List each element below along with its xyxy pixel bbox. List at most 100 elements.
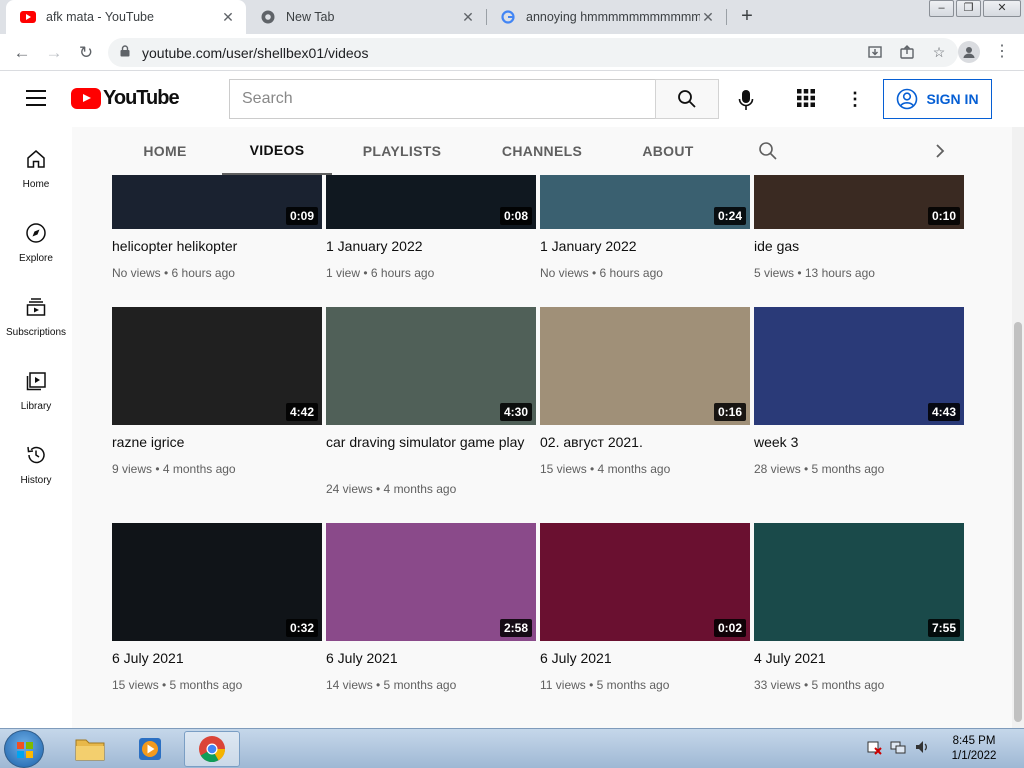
video-thumbnail[interactable]: 0:08 [326,175,536,229]
minimize-button[interactable]: – [929,0,954,17]
reload-icon[interactable]: ↻ [74,41,98,65]
maximize-button[interactable]: ❐ [956,0,981,17]
new-tab-button[interactable]: + [736,6,758,28]
video-title[interactable]: 4 July 2021 [754,648,954,668]
video-thumbnail[interactable]: 4:30 [326,307,536,425]
video-title[interactable]: 1 January 2022 [326,236,526,256]
chevron-right-icon[interactable] [930,141,950,161]
profile-avatar-icon[interactable] [958,41,980,63]
video-thumbnail[interactable]: 4:42 [112,307,322,425]
video-title[interactable]: helicopter helikopter [112,236,312,256]
duration-badge: 0:10 [927,207,960,225]
video-card[interactable]: 0:09 helicopter helikopter No views • 6 … [112,175,322,285]
history-icon [24,443,48,467]
guide-item-home[interactable]: Home [0,127,72,201]
video-card[interactable]: 0:10 ide gas 5 views • 13 hours ago [754,175,964,285]
tab-playlists[interactable]: PLAYLISTS [355,127,449,175]
page-scrollbar[interactable] [1012,127,1024,728]
duration-badge: 4:42 [285,403,318,421]
video-title[interactable]: ide gas [754,236,954,256]
start-button[interactable] [4,730,44,768]
video-title[interactable]: 6 July 2021 [540,648,740,668]
search-button[interactable] [655,79,719,119]
video-thumbnail[interactable]: 4:43 [754,307,964,425]
video-card[interactable]: 0:24 1 January 2022 No views • 6 hours a… [540,175,750,285]
folder-icon [75,739,105,761]
browser-tab-google[interactable]: annoying hmmmmmmmmmmmm ✕ [486,0,726,34]
taskbar-media-player[interactable] [122,731,178,767]
video-meta: 1 view • 6 hours ago [326,266,435,280]
forward-arrow-icon[interactable]: → [42,41,66,65]
action-center-icon[interactable] [866,739,882,755]
chrome-favicon-icon [260,9,276,25]
video-meta: 33 views • 5 months ago [754,678,885,692]
video-thumbnail[interactable]: 0:32 [112,523,322,641]
chrome-icon [199,736,226,763]
tab-about[interactable]: ABOUT [634,127,702,175]
video-title[interactable]: razne igrice [112,432,312,452]
video-thumbnail[interactable]: 7:55 [754,523,964,641]
close-tab-icon[interactable]: ✕ [460,9,476,26]
guide-sidebar: Home Explore Subscriptions Library Histo… [0,127,72,728]
close-tab-icon[interactable]: ✕ [220,9,236,26]
video-card[interactable]: 0:16 02. август 2021. 15 views • 4 month… [540,307,750,507]
back-arrow-icon[interactable]: ← [10,41,34,65]
install-icon[interactable] [866,43,884,61]
chrome-menu-icon[interactable]: ⋮ [992,41,1012,65]
video-card[interactable]: 4:43 week 3 28 views • 5 months ago [754,307,964,507]
video-thumbnail[interactable]: 0:16 [540,307,750,425]
guide-item-history[interactable]: History [0,423,72,497]
video-thumbnail[interactable]: 0:24 [540,175,750,229]
video-thumbnail[interactable]: 0:09 [112,175,322,229]
video-card[interactable]: 0:02 6 July 2021 11 views • 5 months ago [540,523,750,723]
network-icon[interactable] [890,739,906,755]
taskbar-clock[interactable]: 8:45 PM 1/1/2022 [944,734,1004,764]
close-window-button[interactable]: ✕ [983,0,1021,17]
media-player-icon [139,738,161,760]
address-bar[interactable]: youtube.com/user/shellbex01/videos ☆ [108,38,958,67]
video-thumbnail[interactable]: 2:58 [326,523,536,641]
bookmark-star-icon[interactable]: ☆ [930,43,948,61]
guide-item-library[interactable]: Library [0,349,72,423]
tab-home[interactable]: HOME [130,127,200,175]
sign-in-button[interactable]: SIGN IN [883,79,992,119]
video-meta: No views • 6 hours ago [112,266,235,280]
clock-time: 8:45 PM [952,735,996,747]
share-icon[interactable] [898,43,916,61]
video-card[interactable]: 7:55 4 July 2021 33 views • 5 months ago [754,523,964,723]
microphone-icon[interactable] [733,87,759,113]
video-card[interactable]: 2:58 6 July 2021 14 views • 5 months ago [326,523,536,723]
close-tab-icon[interactable]: ✕ [700,9,716,26]
hamburger-menu-icon[interactable] [26,90,46,106]
volume-icon[interactable] [914,739,930,755]
channel-search-icon[interactable] [758,141,778,161]
settings-more-icon[interactable]: ⋮ [846,88,864,110]
guide-item-subscriptions[interactable]: Subscriptions [0,275,72,349]
video-title[interactable]: 6 July 2021 [112,648,312,668]
guide-item-explore[interactable]: Explore [0,201,72,275]
guide-label: Explore [19,253,53,264]
video-title[interactable]: 6 July 2021 [326,648,526,668]
video-title[interactable]: 1 January 2022 [540,236,740,256]
apps-grid-icon[interactable] [796,88,818,110]
video-card[interactable]: 4:30 car draving simulator game play 24 … [326,307,536,507]
guide-label: Home [22,179,50,190]
youtube-logo[interactable]: YouTube [71,87,180,110]
video-title[interactable]: 02. август 2021. [540,432,740,452]
video-title[interactable]: car draving simulator game play [326,432,526,452]
video-card[interactable]: 4:42 razne igrice 9 views • 4 months ago [112,307,322,507]
browser-tab-newtab[interactable]: New Tab ✕ [246,0,486,34]
video-thumbnail[interactable]: 0:02 [540,523,750,641]
video-thumbnail[interactable]: 0:10 [754,175,964,229]
video-card[interactable]: 0:32 6 July 2021 15 views • 5 months ago [112,523,322,723]
taskbar-chrome[interactable] [184,731,240,767]
tab-videos[interactable]: VIDEOS [222,127,332,175]
search-input[interactable]: Search [229,79,656,119]
scrollbar-thumb[interactable] [1014,322,1022,722]
taskbar-explorer[interactable] [62,731,118,767]
browser-tab-youtube[interactable]: afk mata - YouTube ✕ [6,0,246,34]
video-title[interactable]: week 3 [754,432,954,452]
tab-channels[interactable]: CHANNELS [492,127,592,175]
tab-title: New Tab [286,10,335,24]
video-card[interactable]: 0:08 1 January 2022 1 view • 6 hours ago [326,175,536,285]
